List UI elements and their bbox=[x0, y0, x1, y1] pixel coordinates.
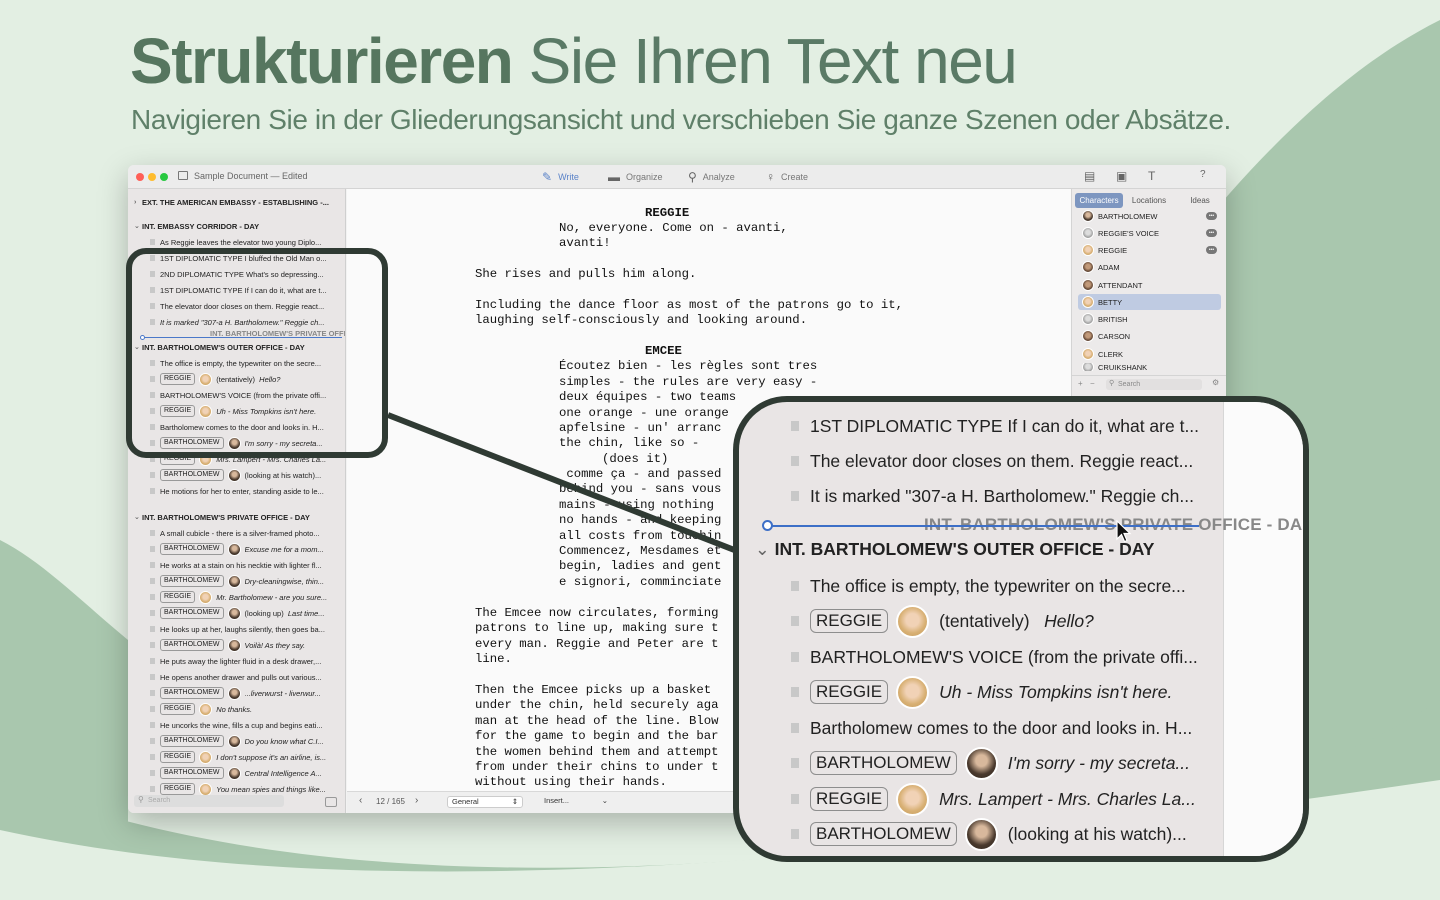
reggie-avatar bbox=[896, 604, 930, 638]
outline-row[interactable]: The elevator door closes on them. Reggie… bbox=[739, 444, 1193, 478]
outline-row[interactable]: BARTHOLOMEW I'm sorry - my secreta... bbox=[739, 746, 1190, 780]
chevron-down-icon[interactable]: ⌄ bbox=[755, 539, 770, 559]
character-tag: BARTHOLOMEW bbox=[810, 822, 957, 846]
outline-row[interactable]: REGGIE Uh - Miss Tompkins isn't here. bbox=[739, 675, 1172, 709]
magnified-editor-edge bbox=[1223, 402, 1303, 856]
character-tag: BARTHOLOMEW bbox=[810, 751, 957, 775]
reggie-avatar bbox=[896, 782, 930, 816]
outline-row[interactable]: REGGIE (tentatively) Hello? bbox=[739, 604, 1094, 638]
outline-row[interactable]: REGGIE Mrs. Lampert - Mrs. Charles La... bbox=[739, 782, 1196, 816]
drop-indicator-dot bbox=[762, 520, 773, 531]
magnified-outline-callout: 1ST DIPLOMATIC TYPE If I can do it, what… bbox=[733, 396, 1309, 862]
bartholomew-avatar bbox=[964, 746, 998, 780]
outline-row[interactable]: BARTHOLOMEW (looking at his watch)... bbox=[739, 817, 1187, 851]
character-tag: REGGIE bbox=[810, 609, 889, 633]
outline-row[interactable]: BARTHOLOMEW'S VOICE (from the private of… bbox=[739, 640, 1198, 674]
drop-indicator-line bbox=[771, 525, 1199, 527]
mouse-cursor-icon bbox=[1116, 520, 1132, 543]
outline-row[interactable]: It is marked "307-a H. Bartholomew." Reg… bbox=[739, 479, 1194, 513]
bartholomew-avatar bbox=[964, 817, 998, 851]
outline-row[interactable]: 1ST DIPLOMATIC TYPE If I can do it, what… bbox=[739, 409, 1199, 443]
outline-row[interactable]: Bartholomew comes to the door and looks … bbox=[739, 711, 1192, 745]
reggie-avatar bbox=[896, 675, 930, 709]
outline-scene-row[interactable]: ⌄ INT. BARTHOLOMEW'S OUTER OFFICE - DAY bbox=[755, 539, 1154, 560]
magnified-outline: 1ST DIPLOMATIC TYPE If I can do it, what… bbox=[739, 402, 1303, 856]
character-tag: REGGIE bbox=[810, 680, 889, 704]
outline-row[interactable]: The office is empty, the typewriter on t… bbox=[739, 569, 1186, 603]
character-tag: REGGIE bbox=[810, 787, 889, 811]
